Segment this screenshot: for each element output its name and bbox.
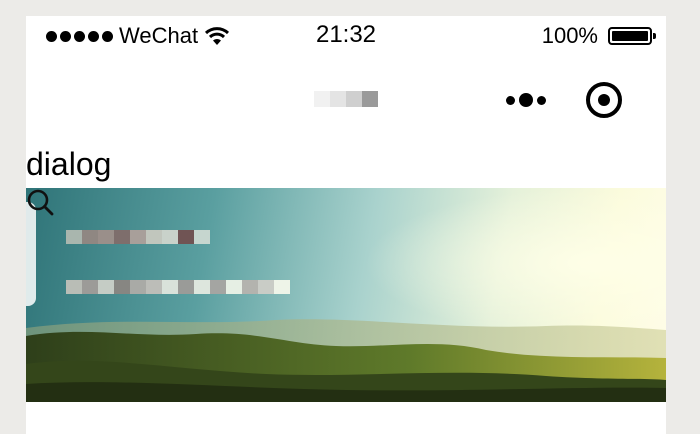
status-bar: WeChat 21:32 100% xyxy=(26,16,666,60)
page-title: dialog xyxy=(26,146,112,182)
phone-screen: WeChat 21:32 100% dialog xyxy=(26,16,666,434)
mini-program-capsule xyxy=(506,82,622,118)
close-target-icon[interactable] xyxy=(586,82,622,118)
navigation-bar xyxy=(26,60,666,144)
banner-title-pixelated xyxy=(66,230,210,244)
banner-side-handle[interactable] xyxy=(26,202,36,306)
more-dots-icon[interactable] xyxy=(506,93,546,107)
battery-level-fill xyxy=(612,31,648,41)
banner-subtitle-pixelated xyxy=(66,280,290,294)
status-right: 100% xyxy=(541,23,656,49)
search-icon[interactable] xyxy=(26,188,54,216)
battery-percent: 100% xyxy=(541,23,598,48)
nav-title-pixelated xyxy=(314,91,378,107)
landscape-illustration xyxy=(26,188,666,402)
banner-image xyxy=(26,188,666,402)
battery-icon xyxy=(608,27,656,45)
